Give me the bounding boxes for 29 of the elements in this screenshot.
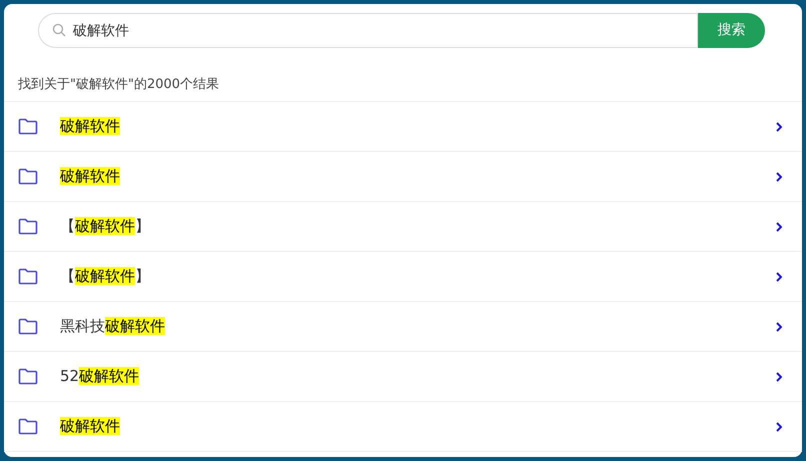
result-row[interactable]: 52破解软件 (4, 352, 802, 402)
search-field[interactable]: 破解软件 (38, 13, 698, 48)
chevron-right-icon (776, 372, 782, 382)
result-row[interactable]: 黑科技破解软件 (4, 302, 802, 352)
folder-icon (18, 368, 38, 385)
folder-icon (18, 268, 38, 285)
result-row[interactable]: 破解软件 (4, 102, 802, 152)
result-row[interactable]: 破解软件 (4, 152, 802, 202)
result-title: 52破解软件 (60, 366, 140, 388)
chevron-right-icon (776, 222, 782, 232)
folder-icon (18, 318, 38, 335)
chevron-right-icon (776, 322, 782, 332)
chevron-right-icon (776, 272, 782, 282)
folder-icon (18, 418, 38, 435)
chevron-right-icon (776, 422, 782, 432)
folder-icon (18, 218, 38, 235)
result-row[interactable]: 【破解软件】 (4, 252, 802, 302)
result-row[interactable]: 破解软件 (4, 402, 802, 452)
result-summary: 找到关于"破解软件"的2000个结果 (18, 76, 220, 94)
folder-icon (18, 168, 38, 185)
chevron-right-icon (776, 172, 782, 182)
result-title: 破解软件 (60, 416, 121, 438)
result-title: 黑科技破解软件 (60, 316, 166, 338)
search-icon (52, 23, 66, 37)
result-title: 破解软件 (60, 166, 121, 188)
chevron-right-icon (776, 122, 782, 132)
folder-icon (18, 118, 38, 135)
result-row[interactable]: 【破解软件】 (4, 202, 802, 252)
result-title: 破解软件 (60, 116, 121, 138)
